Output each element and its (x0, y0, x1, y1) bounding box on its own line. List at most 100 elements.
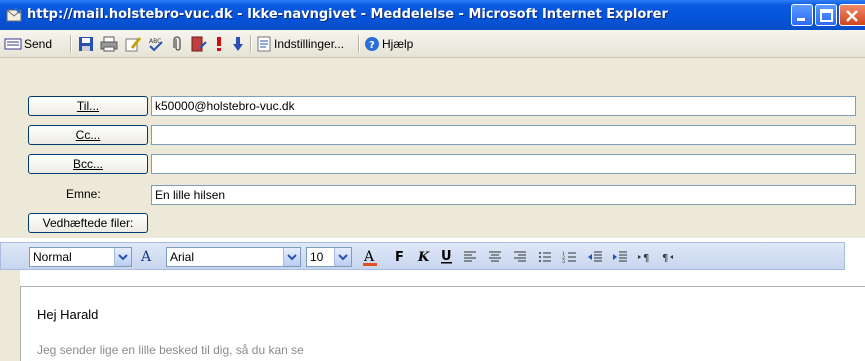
italic-icon: K (417, 250, 430, 265)
high-priority-button[interactable] (214, 34, 224, 54)
svg-text:F: F (395, 250, 404, 265)
edit-button[interactable] (124, 34, 142, 54)
style-value: Normal (33, 250, 72, 264)
rtl-paragraph-icon: ¶ (662, 253, 673, 264)
to-button[interactable]: Til... (28, 96, 148, 116)
font-value: Arial (170, 250, 195, 264)
maximize-icon (820, 9, 833, 22)
svg-text:3: 3 (562, 259, 565, 265)
align-right-icon (514, 251, 526, 262)
align-left-icon (464, 251, 476, 262)
numbered-list-icon: 123 (562, 251, 576, 265)
message-body[interactable]: Hej Harald Jeg sender lige en lille besk… (20, 286, 865, 361)
toolbar: Send ABC Indstillinger... ? Hjælp (0, 30, 865, 58)
help-icon: ? (365, 37, 379, 51)
chevron-down-icon[interactable] (334, 248, 351, 266)
pencil-paper-icon (125, 37, 142, 52)
send-button[interactable]: Send (4, 34, 52, 54)
bcc-button[interactable]: Bcc... (28, 154, 148, 174)
close-icon (846, 10, 858, 22)
formatting-toolbar: Normal A Arial 10 A F K U 123 ¶ ¶ (0, 242, 845, 270)
underline-button[interactable]: U (439, 248, 455, 266)
svg-text:¶: ¶ (643, 253, 649, 264)
align-right-button[interactable] (512, 248, 528, 266)
align-center-icon (489, 251, 501, 262)
bold-icon: F (395, 250, 404, 265)
address-book-icon (191, 36, 207, 52)
spellcheck-icon: ABC (149, 38, 163, 52)
svg-text:?: ? (369, 40, 375, 51)
printer-icon (100, 36, 118, 52)
send-icon (4, 38, 22, 50)
svg-text:A: A (363, 249, 375, 265)
window-title: http://mail.holstebro-vuc.dk - Ikke-navn… (27, 7, 668, 22)
save-button[interactable] (78, 34, 94, 54)
font-icon: A (141, 249, 152, 265)
indent-icon (613, 251, 627, 262)
size-value: 10 (310, 250, 324, 264)
subject-field[interactable]: En lille hilsen (151, 185, 856, 205)
underline-icon: U (441, 249, 452, 264)
attachments-button[interactable]: Vedhæftede filer: (28, 213, 148, 233)
ie-app-icon (6, 7, 22, 22)
bullet-list-icon (539, 252, 551, 262)
low-priority-button[interactable] (232, 34, 244, 54)
align-left-button[interactable] (462, 248, 478, 266)
help-button[interactable]: ? Hjælp (364, 34, 413, 54)
to-field[interactable]: k50000@holstebro-vuc.dk (151, 96, 856, 116)
header-form: Til... k50000@holstebro-vuc.dk Cc... Bcc… (0, 58, 865, 238)
options-icon (257, 36, 271, 52)
bcc-field[interactable] (151, 154, 856, 174)
save-icon (79, 37, 93, 51)
minimize-icon (797, 18, 805, 21)
subject-label: Emne: (66, 187, 101, 201)
body-text: Jeg sender lige en lille besked til dig,… (37, 343, 304, 357)
maximize-button[interactable] (815, 4, 837, 26)
options-button[interactable]: Indstillinger... (256, 34, 344, 54)
chevron-down-icon[interactable] (283, 248, 300, 266)
bold-button[interactable]: F (393, 248, 409, 266)
print-button[interactable] (100, 34, 118, 54)
to-button-label: Til... (76, 99, 100, 113)
toolbar-separator (250, 35, 252, 53)
paperclip-icon (173, 36, 181, 51)
body-greeting: Hej Harald (37, 307, 99, 322)
cc-button[interactable]: Cc... (28, 125, 148, 145)
send-label: Send (24, 37, 53, 51)
help-label: Hjælp (382, 37, 414, 51)
svg-text:¶: ¶ (662, 253, 668, 264)
text-color-icon: A (363, 249, 377, 266)
bcc-button-label: Bcc... (72, 157, 103, 171)
toolbar-separator (70, 35, 72, 53)
rtl-button[interactable]: ¶ (661, 248, 677, 266)
left-margin (0, 270, 20, 361)
ltr-paragraph-icon: ¶ (638, 253, 649, 264)
options-label: Indstillinger... (274, 37, 345, 51)
svg-text:U: U (441, 249, 452, 264)
align-center-button[interactable] (487, 248, 503, 266)
minimize-button[interactable] (791, 4, 813, 26)
address-book-button[interactable] (190, 34, 208, 54)
decrease-indent-button[interactable] (587, 248, 603, 266)
increase-indent-button[interactable] (612, 248, 628, 266)
spellcheck-button[interactable]: ABC (147, 34, 165, 54)
svg-text:K: K (417, 250, 430, 265)
ltr-button[interactable]: ¶ (637, 248, 653, 266)
outdent-icon (588, 251, 602, 262)
exclamation-icon (217, 37, 221, 51)
toolbar-separator (358, 35, 360, 53)
down-arrow-icon (233, 37, 243, 51)
font-select[interactable]: Arial (166, 247, 301, 267)
text-color-button[interactable]: A (361, 248, 379, 266)
bullets-button[interactable] (537, 248, 553, 266)
cc-field[interactable] (151, 125, 856, 145)
style-select[interactable]: Normal (29, 247, 132, 267)
title-bar: http://mail.holstebro-vuc.dk - Ikke-navn… (0, 0, 865, 30)
italic-button[interactable]: K (416, 248, 432, 266)
chevron-down-icon[interactable] (114, 248, 131, 266)
close-button[interactable] (839, 4, 865, 26)
size-select[interactable]: 10 (306, 247, 352, 267)
attach-button[interactable] (171, 34, 185, 54)
numbering-button[interactable]: 123 (562, 248, 578, 266)
cc-button-label: Cc... (75, 128, 101, 142)
